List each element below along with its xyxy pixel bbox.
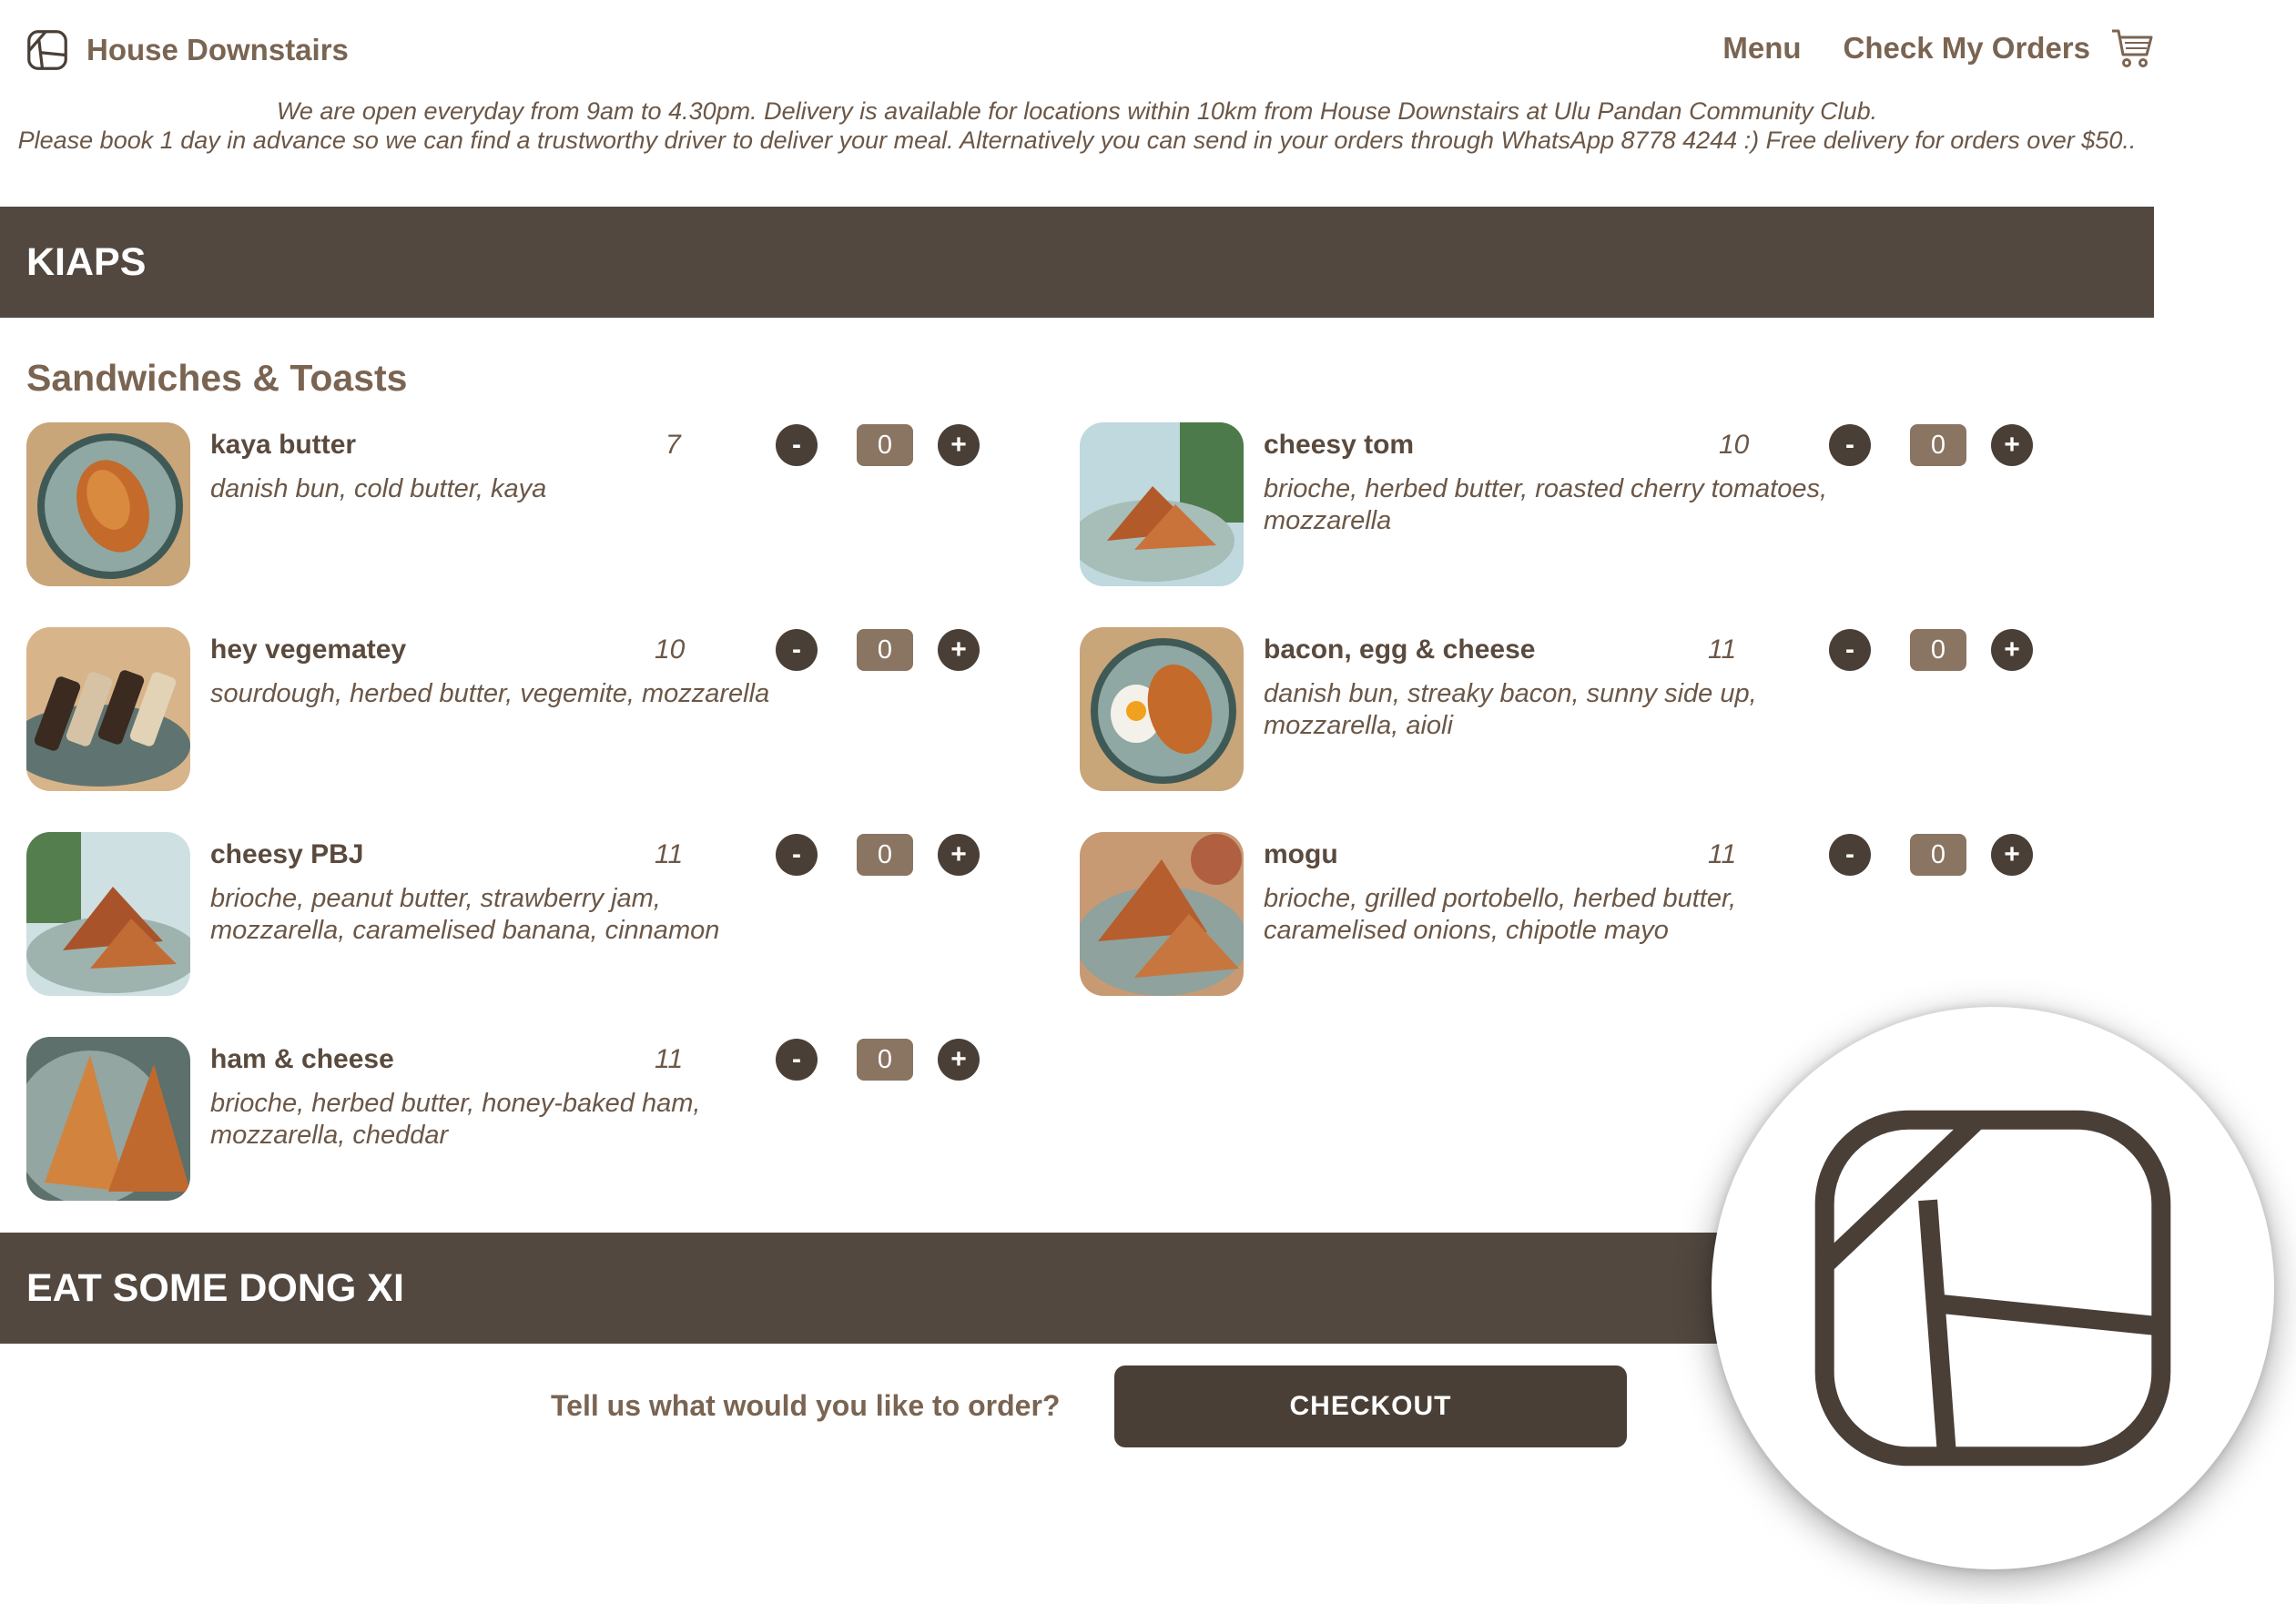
- decrease-qty-button[interactable]: -: [1829, 834, 1871, 876]
- item-photo: [26, 627, 190, 791]
- qty-count: 0: [1910, 629, 1966, 671]
- notice-line-2: Please book 1 day in advance so we can f…: [17, 127, 2137, 154]
- menu-item: mogu 11 brioche, grilled portobello, her…: [1080, 832, 2099, 996]
- item-description: brioche, herbed butter, roasted cherry t…: [1264, 474, 1828, 535]
- item-name: ham & cheese: [210, 1044, 394, 1074]
- qty-count: 0: [857, 834, 913, 876]
- item-photo: [1080, 832, 1244, 996]
- top-nav: Menu Check My Orders: [1681, 27, 2154, 69]
- item-price: 10: [655, 634, 686, 665]
- item-description: brioche, peanut butter, strawberry jam, …: [210, 884, 720, 945]
- increase-qty-button[interactable]: +: [938, 834, 980, 876]
- section-band-kiaps: KIAPS: [0, 207, 2154, 318]
- item-price: 11: [1708, 839, 1737, 869]
- increase-qty-button[interactable]: +: [1991, 424, 2033, 466]
- item-photo: [1080, 627, 1244, 791]
- item-photo: [26, 422, 190, 586]
- qty-count: 0: [1910, 834, 1966, 876]
- menu-item: kaya butter 7 danish bun, cold butter, k…: [26, 422, 1046, 586]
- item-name: kaya butter: [210, 430, 357, 460]
- menu-item: cheesy tom 10 brioche, herbed butter, ro…: [1080, 422, 2099, 586]
- decrease-qty-button[interactable]: -: [776, 834, 818, 876]
- quantity-stepper: - 0 +: [1829, 627, 2075, 671]
- decrease-qty-button[interactable]: -: [1829, 424, 1871, 466]
- item-price: 11: [655, 839, 684, 869]
- increase-qty-button[interactable]: +: [938, 1039, 980, 1081]
- item-price: 11: [655, 1044, 684, 1074]
- notice-line-1: We are open everyday from 9am to 4.30pm.…: [276, 97, 1878, 125]
- qty-count: 0: [857, 424, 913, 466]
- quantity-stepper: - 0 +: [776, 422, 1021, 466]
- increase-qty-button[interactable]: +: [1991, 834, 2033, 876]
- menu-item: bacon, egg & cheese 11 danish bun, strea…: [1080, 627, 2099, 791]
- item-description: sourdough, herbed butter, vegemite, mozz…: [210, 679, 770, 708]
- item-name: bacon, egg & cheese: [1264, 634, 1536, 665]
- decrease-qty-button[interactable]: -: [776, 629, 818, 671]
- item-name: hey vegematey: [210, 634, 407, 665]
- shopping-cart-icon[interactable]: [2110, 27, 2154, 69]
- opening-hours-notice: We are open everyday from 9am to 4.30pm.…: [0, 96, 2154, 155]
- house-downstairs-logo-icon: [27, 30, 67, 70]
- item-photo: [26, 832, 190, 996]
- menu-item: ham & cheese 11 brioche, herbed butter, …: [26, 1037, 1046, 1201]
- item-name: cheesy tom: [1264, 430, 1415, 460]
- item-price: 7: [665, 430, 681, 460]
- quantity-stepper: - 0 +: [1829, 832, 2075, 876]
- decrease-qty-button[interactable]: -: [1829, 629, 1871, 671]
- item-photo: [26, 1037, 190, 1201]
- increase-qty-button[interactable]: +: [1991, 629, 2033, 671]
- nav-menu-link[interactable]: Menu: [1722, 31, 1801, 66]
- increase-qty-button[interactable]: +: [938, 629, 980, 671]
- item-price: 10: [1719, 430, 1750, 460]
- item-name: cheesy PBJ: [210, 839, 364, 869]
- menu-item: hey vegematey 10 sourdough, herbed butte…: [26, 627, 1046, 791]
- brand-name: House Downstairs: [86, 33, 349, 66]
- menu-item: cheesy PBJ 11 brioche, peanut butter, st…: [26, 832, 1046, 996]
- decrease-qty-button[interactable]: -: [776, 1039, 818, 1081]
- item-name: mogu: [1264, 839, 1338, 869]
- item-description: danish bun, streaky bacon, sunny side up…: [1264, 679, 1757, 740]
- increase-qty-button[interactable]: +: [938, 424, 980, 466]
- top-header: House Downstairs Menu Check My Orders: [0, 0, 2154, 102]
- order-prompt: Tell us what would you like to order?: [551, 1389, 1061, 1422]
- item-photo: [1080, 422, 1244, 586]
- quantity-stepper: - 0 +: [776, 627, 1021, 671]
- item-description: brioche, herbed butter, honey-baked ham,…: [210, 1089, 701, 1150]
- qty-count: 0: [857, 629, 913, 671]
- quantity-stepper: - 0 +: [776, 832, 1021, 876]
- checkout-button[interactable]: CHECKOUT: [1114, 1365, 1627, 1447]
- quantity-stepper: - 0 +: [776, 1037, 1021, 1081]
- logo-magnifier-callout: [1712, 1007, 2274, 1569]
- brand[interactable]: House Downstairs: [26, 29, 349, 71]
- qty-count: 0: [857, 1039, 913, 1081]
- page: House Downstairs Menu Check My Orders We…: [0, 0, 2296, 1604]
- item-price: 11: [1708, 634, 1737, 665]
- qty-count: 0: [1910, 424, 1966, 466]
- house-downstairs-logo-large-icon: [1814, 1110, 2171, 1467]
- decrease-qty-button[interactable]: -: [776, 424, 818, 466]
- quantity-stepper: - 0 +: [1829, 422, 2075, 466]
- subsection-title: Sandwiches & Toasts: [26, 357, 408, 399]
- nav-check-orders-link[interactable]: Check My Orders: [1844, 31, 2090, 66]
- item-description: danish bun, cold butter, kaya: [210, 474, 547, 503]
- item-description: brioche, grilled portobello, herbed butt…: [1264, 884, 1737, 945]
